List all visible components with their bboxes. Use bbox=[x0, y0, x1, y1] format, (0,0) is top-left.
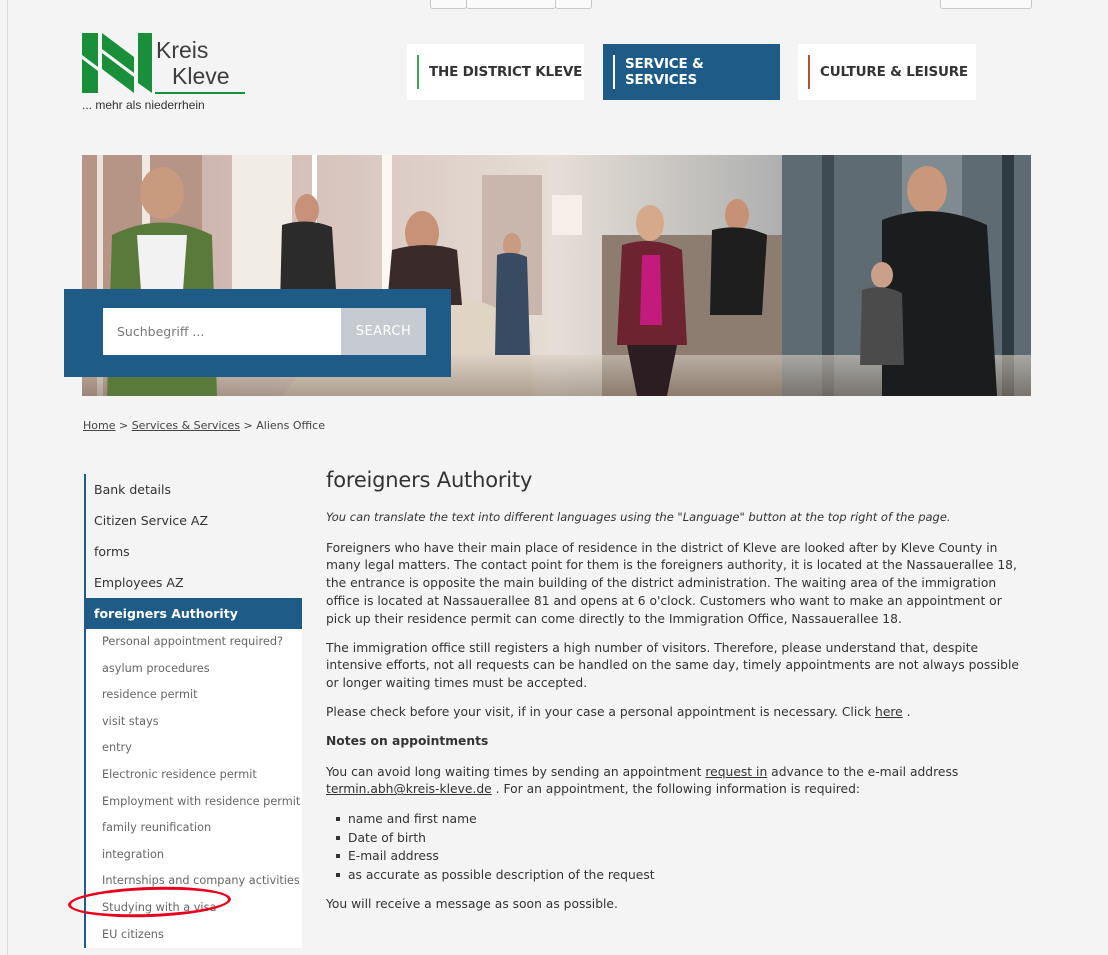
nav-service-and-services[interactable]: SERVICE & SERVICES bbox=[603, 44, 780, 100]
required-info-list: name and first name Date of birth E-mail… bbox=[326, 810, 1026, 884]
nav-accent-bar bbox=[808, 55, 810, 89]
translation-note: You can translate the text into differen… bbox=[326, 509, 951, 524]
paragraph-message: You will receive a message as soon as po… bbox=[326, 897, 618, 912]
search-button[interactable]: SEARCH bbox=[341, 308, 426, 355]
text-segment: You can avoid long waiting times by send… bbox=[326, 764, 706, 779]
sidebar-nav: Bank details Citizen Service AZ forms Em… bbox=[84, 474, 302, 949]
sidebar-subitem-entry[interactable]: entry bbox=[86, 735, 302, 762]
nav-the-district-kleve[interactable]: THE DISTRICT KLEVE bbox=[407, 44, 584, 100]
logo-mark-icon bbox=[82, 33, 152, 93]
breadcrumb-home-link[interactable]: Home bbox=[83, 419, 115, 432]
text-segment: . For an appointment, the following info… bbox=[491, 782, 861, 797]
sidebar-item-foreigners-authority[interactable]: foreigners Authority bbox=[84, 598, 302, 629]
page-title: foreigners Authority bbox=[326, 468, 533, 492]
nav-label: SERVICE & SERVICES bbox=[625, 56, 704, 88]
sidebar-item-citizen-service[interactable]: Citizen Service AZ bbox=[84, 505, 302, 536]
breadcrumb-current: Aliens Office bbox=[256, 419, 325, 432]
breadcrumb-separator: > bbox=[240, 419, 257, 432]
window-edge bbox=[7, 0, 8, 955]
breadcrumb-section-link[interactable]: Services & Services bbox=[132, 419, 240, 432]
text-segment: advance to the e-mail address bbox=[767, 764, 959, 779]
logo-tagline: ... mehr als niederrhein bbox=[82, 98, 205, 112]
paragraph-check: Please check before your visit, if in yo… bbox=[326, 704, 1026, 722]
nav-accent-bar bbox=[613, 55, 615, 89]
sidebar-item-employees[interactable]: Employees AZ bbox=[84, 567, 302, 598]
list-item: name and first name bbox=[336, 810, 1026, 829]
breadcrumb-separator: > bbox=[115, 419, 132, 432]
sidebar-item-forms[interactable]: forms bbox=[84, 536, 302, 567]
main-content: foreigners Authority You can translate t… bbox=[326, 468, 1026, 925]
sidebar-subitem-electronic-permit[interactable]: Electronic residence permit bbox=[86, 762, 302, 789]
paragraph-appointment: You can avoid long waiting times by send… bbox=[326, 764, 1026, 800]
kreis-kleve-logo[interactable]: Kreis Kleve ... mehr als niederrhein bbox=[82, 33, 252, 118]
paragraph-intro: Foreigners who have their main place of … bbox=[326, 540, 1017, 626]
sidebar-subitem-family-reunification[interactable]: family reunification bbox=[86, 815, 302, 842]
logo-underline bbox=[155, 92, 245, 94]
nav-label: CULTURE & LEISURE bbox=[820, 64, 968, 80]
request-link[interactable]: request in bbox=[705, 765, 767, 779]
breadcrumb: Home > Services & Services > Aliens Offi… bbox=[83, 419, 325, 432]
sidebar-item-bank-details[interactable]: Bank details bbox=[84, 474, 302, 505]
sidebar-subitem-visit-stays[interactable]: visit stays bbox=[86, 709, 302, 736]
nav-label: THE DISTRICT KLEVE bbox=[429, 64, 583, 80]
nav-culture-and-leisure[interactable]: CULTURE & LEISURE bbox=[798, 44, 976, 100]
sidebar-subitem-employment[interactable]: Employment with residence permit bbox=[86, 789, 302, 816]
here-link[interactable]: here bbox=[875, 705, 903, 719]
list-item: E-mail address bbox=[336, 847, 1026, 866]
logo-text-kreis: Kreis bbox=[156, 37, 209, 63]
text-segment: . bbox=[902, 704, 911, 719]
notes-heading: Notes on appointments bbox=[326, 733, 489, 748]
sidebar-subitem-integration[interactable]: integration bbox=[86, 842, 302, 869]
text-segment: Please check before your visit, if in yo… bbox=[326, 704, 876, 719]
paragraph-visitors: The immigration office still registers a… bbox=[326, 640, 1019, 691]
list-item: Date of birth bbox=[336, 829, 1026, 848]
sidebar-subitem-eu-citizens[interactable]: EU citizens bbox=[86, 922, 302, 949]
sidebar-subitem-asylum[interactable]: asylum procedures bbox=[86, 656, 302, 683]
sidebar-subitem-residence-permit[interactable]: residence permit bbox=[86, 682, 302, 709]
logo-text-kleve: Kleve bbox=[172, 63, 230, 89]
browser-top-strip bbox=[0, 0, 1108, 12]
sidebar-subitem-personal-appointment[interactable]: Personal appointment required? bbox=[86, 629, 302, 656]
search-panel: Suchbegriff ... SEARCH bbox=[64, 289, 451, 377]
list-item: as accurate as possible description of t… bbox=[336, 866, 1026, 885]
nav-accent-bar bbox=[417, 55, 419, 89]
email-link[interactable]: termin.abh@kreis-kleve.de bbox=[326, 782, 492, 796]
search-input[interactable]: Suchbegriff ... bbox=[103, 308, 341, 355]
